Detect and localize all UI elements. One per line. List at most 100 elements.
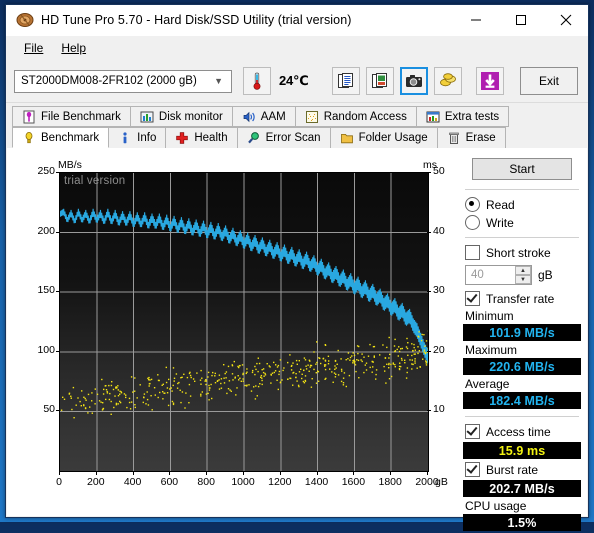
- y-tick-mark-left: [56, 172, 59, 173]
- menu-help[interactable]: Help: [52, 38, 95, 58]
- checkbox-burst-rate-label: Burst rate: [486, 463, 538, 477]
- exit-button-label: Exit: [539, 74, 559, 88]
- y-tick-right: 50: [433, 165, 445, 177]
- y-tick-left: 200: [37, 225, 55, 237]
- x-tick: 200: [80, 476, 112, 488]
- temperature-value: 24℃: [279, 73, 309, 89]
- y-tick-left: 150: [37, 284, 55, 296]
- drive-select-value: ST2000DM008-2FR102 (2000 gB): [21, 75, 197, 87]
- tab-erase[interactable]: Erase: [437, 127, 506, 148]
- x-tick: 1400: [301, 476, 333, 488]
- y-tick-right: 30: [433, 284, 445, 296]
- tab-error-scan[interactable]: Error Scan: [237, 127, 331, 148]
- tab-benchmark-label: Benchmark: [41, 132, 99, 144]
- copy-text-icon[interactable]: [332, 67, 360, 95]
- x-tick: 1800: [374, 476, 406, 488]
- y-tick-left: 50: [43, 403, 55, 415]
- short-stroke-input[interactable]: 40 ▲ ▼: [465, 265, 532, 285]
- y-tick-mark-right: [427, 351, 431, 352]
- spinner-down-icon[interactable]: ▼: [515, 275, 531, 284]
- tab-folder-usage-label: Folder Usage: [359, 132, 428, 144]
- tab-aam-label: AAM: [261, 111, 286, 123]
- tab-bar: File Benchmark Disk monitor AAM: [6, 103, 588, 148]
- tab-extra-tests[interactable]: Extra tests: [416, 106, 509, 127]
- download-arrow-icon[interactable]: [476, 67, 504, 95]
- short-stroke-unit: gB: [538, 268, 553, 282]
- chevron-down-icon: ▼: [214, 76, 226, 86]
- plot-area: trial version: [59, 172, 429, 472]
- checkbox-burst-rate[interactable]: Burst rate: [465, 462, 579, 477]
- tab-info-label: Info: [137, 132, 156, 144]
- x-tick: 400: [117, 476, 149, 488]
- tab-benchmark[interactable]: Benchmark: [12, 127, 109, 148]
- tab-info[interactable]: Info: [108, 127, 166, 148]
- x-tick-mark: [427, 471, 428, 475]
- short-stroke-stepper[interactable]: ▲ ▼: [515, 266, 531, 284]
- checkbox-short-stroke[interactable]: Short stroke: [465, 245, 579, 260]
- speaker-icon: [242, 110, 256, 124]
- x-tick: 0: [43, 476, 75, 488]
- tab-aam[interactable]: AAM: [232, 106, 296, 127]
- tab-random-access-label: Random Access: [324, 111, 407, 123]
- y-tick-mark-right: [427, 410, 431, 411]
- y-tick-right: 40: [433, 225, 445, 237]
- drive-select[interactable]: ST2000DM008-2FR102 (2000 gB) ▼: [14, 70, 232, 93]
- radio-write[interactable]: Write: [465, 215, 579, 230]
- average-label: Average: [465, 377, 579, 391]
- folder-icon: [340, 131, 354, 145]
- y-tick-right: 10: [433, 403, 445, 415]
- maximize-button[interactable]: [498, 5, 543, 35]
- tab-disk-monitor[interactable]: Disk monitor: [130, 106, 233, 127]
- spinner-up-icon[interactable]: ▲: [515, 266, 531, 275]
- y-tick-mark-right: [427, 232, 431, 233]
- file-benchmark-icon: [22, 110, 36, 124]
- x-tick-mark: [353, 471, 354, 475]
- checkbox-access-time-box: [465, 424, 480, 439]
- radio-write-indicator: [465, 215, 480, 230]
- tab-extra-tests-label: Extra tests: [445, 111, 499, 123]
- checkbox-transfer-rate[interactable]: Transfer rate: [465, 291, 579, 306]
- x-tick: 1000: [227, 476, 259, 488]
- tab-random-access[interactable]: Random Access: [295, 106, 417, 127]
- maximum-label: Maximum: [465, 343, 579, 357]
- exit-button[interactable]: Exit: [520, 67, 578, 95]
- checkbox-access-time[interactable]: Access time: [465, 424, 579, 439]
- y-tick-right: 20: [433, 344, 445, 356]
- y-tick-left: 250: [37, 165, 55, 177]
- minimize-button[interactable]: [453, 5, 498, 35]
- radio-read[interactable]: Read: [465, 197, 579, 212]
- health-cross-icon: [175, 131, 189, 145]
- tab-file-benchmark-label: File Benchmark: [41, 111, 121, 123]
- trash-icon: [447, 131, 461, 145]
- screenshot-camera-icon[interactable]: [400, 67, 428, 95]
- y-axis-left-label: MB/s: [58, 159, 82, 171]
- x-tick: 1600: [337, 476, 369, 488]
- checkbox-short-stroke-label: Short stroke: [486, 246, 551, 260]
- copy-image-icon[interactable]: [366, 67, 394, 95]
- window-controls: [453, 5, 588, 35]
- tab-file-benchmark[interactable]: File Benchmark: [12, 106, 131, 127]
- tab-row-bottom: Benchmark Info Health Err: [12, 127, 582, 148]
- coins-icon[interactable]: [434, 67, 462, 95]
- menu-file-label: File: [24, 41, 43, 55]
- tab-folder-usage[interactable]: Folder Usage: [330, 127, 438, 148]
- start-button[interactable]: Start: [472, 158, 572, 180]
- menu-help-label: Help: [61, 41, 86, 55]
- close-button[interactable]: [543, 5, 588, 35]
- radio-read-indicator: [465, 197, 480, 212]
- y-tick-mark-right: [427, 291, 431, 292]
- menu-bar: File Help: [6, 36, 588, 60]
- tab-health[interactable]: Health: [165, 127, 237, 148]
- tab-row-top: File Benchmark Disk monitor AAM: [12, 106, 582, 127]
- toolbar: ST2000DM008-2FR102 (2000 gB) ▼ 24℃: [6, 60, 588, 103]
- benchmark-chart: MB/s ms trial version 501001502002501020…: [29, 160, 459, 505]
- radio-write-label: Write: [486, 216, 514, 230]
- x-tick-mark: [206, 471, 207, 475]
- menu-file[interactable]: File: [15, 38, 52, 58]
- x-tick-mark: [133, 471, 134, 475]
- x-tick-mark: [169, 471, 170, 475]
- x-tick-mark: [390, 471, 391, 475]
- x-tick-mark: [317, 471, 318, 475]
- average-value: 182.4 MB/s: [463, 392, 581, 409]
- minimum-label: Minimum: [465, 309, 579, 323]
